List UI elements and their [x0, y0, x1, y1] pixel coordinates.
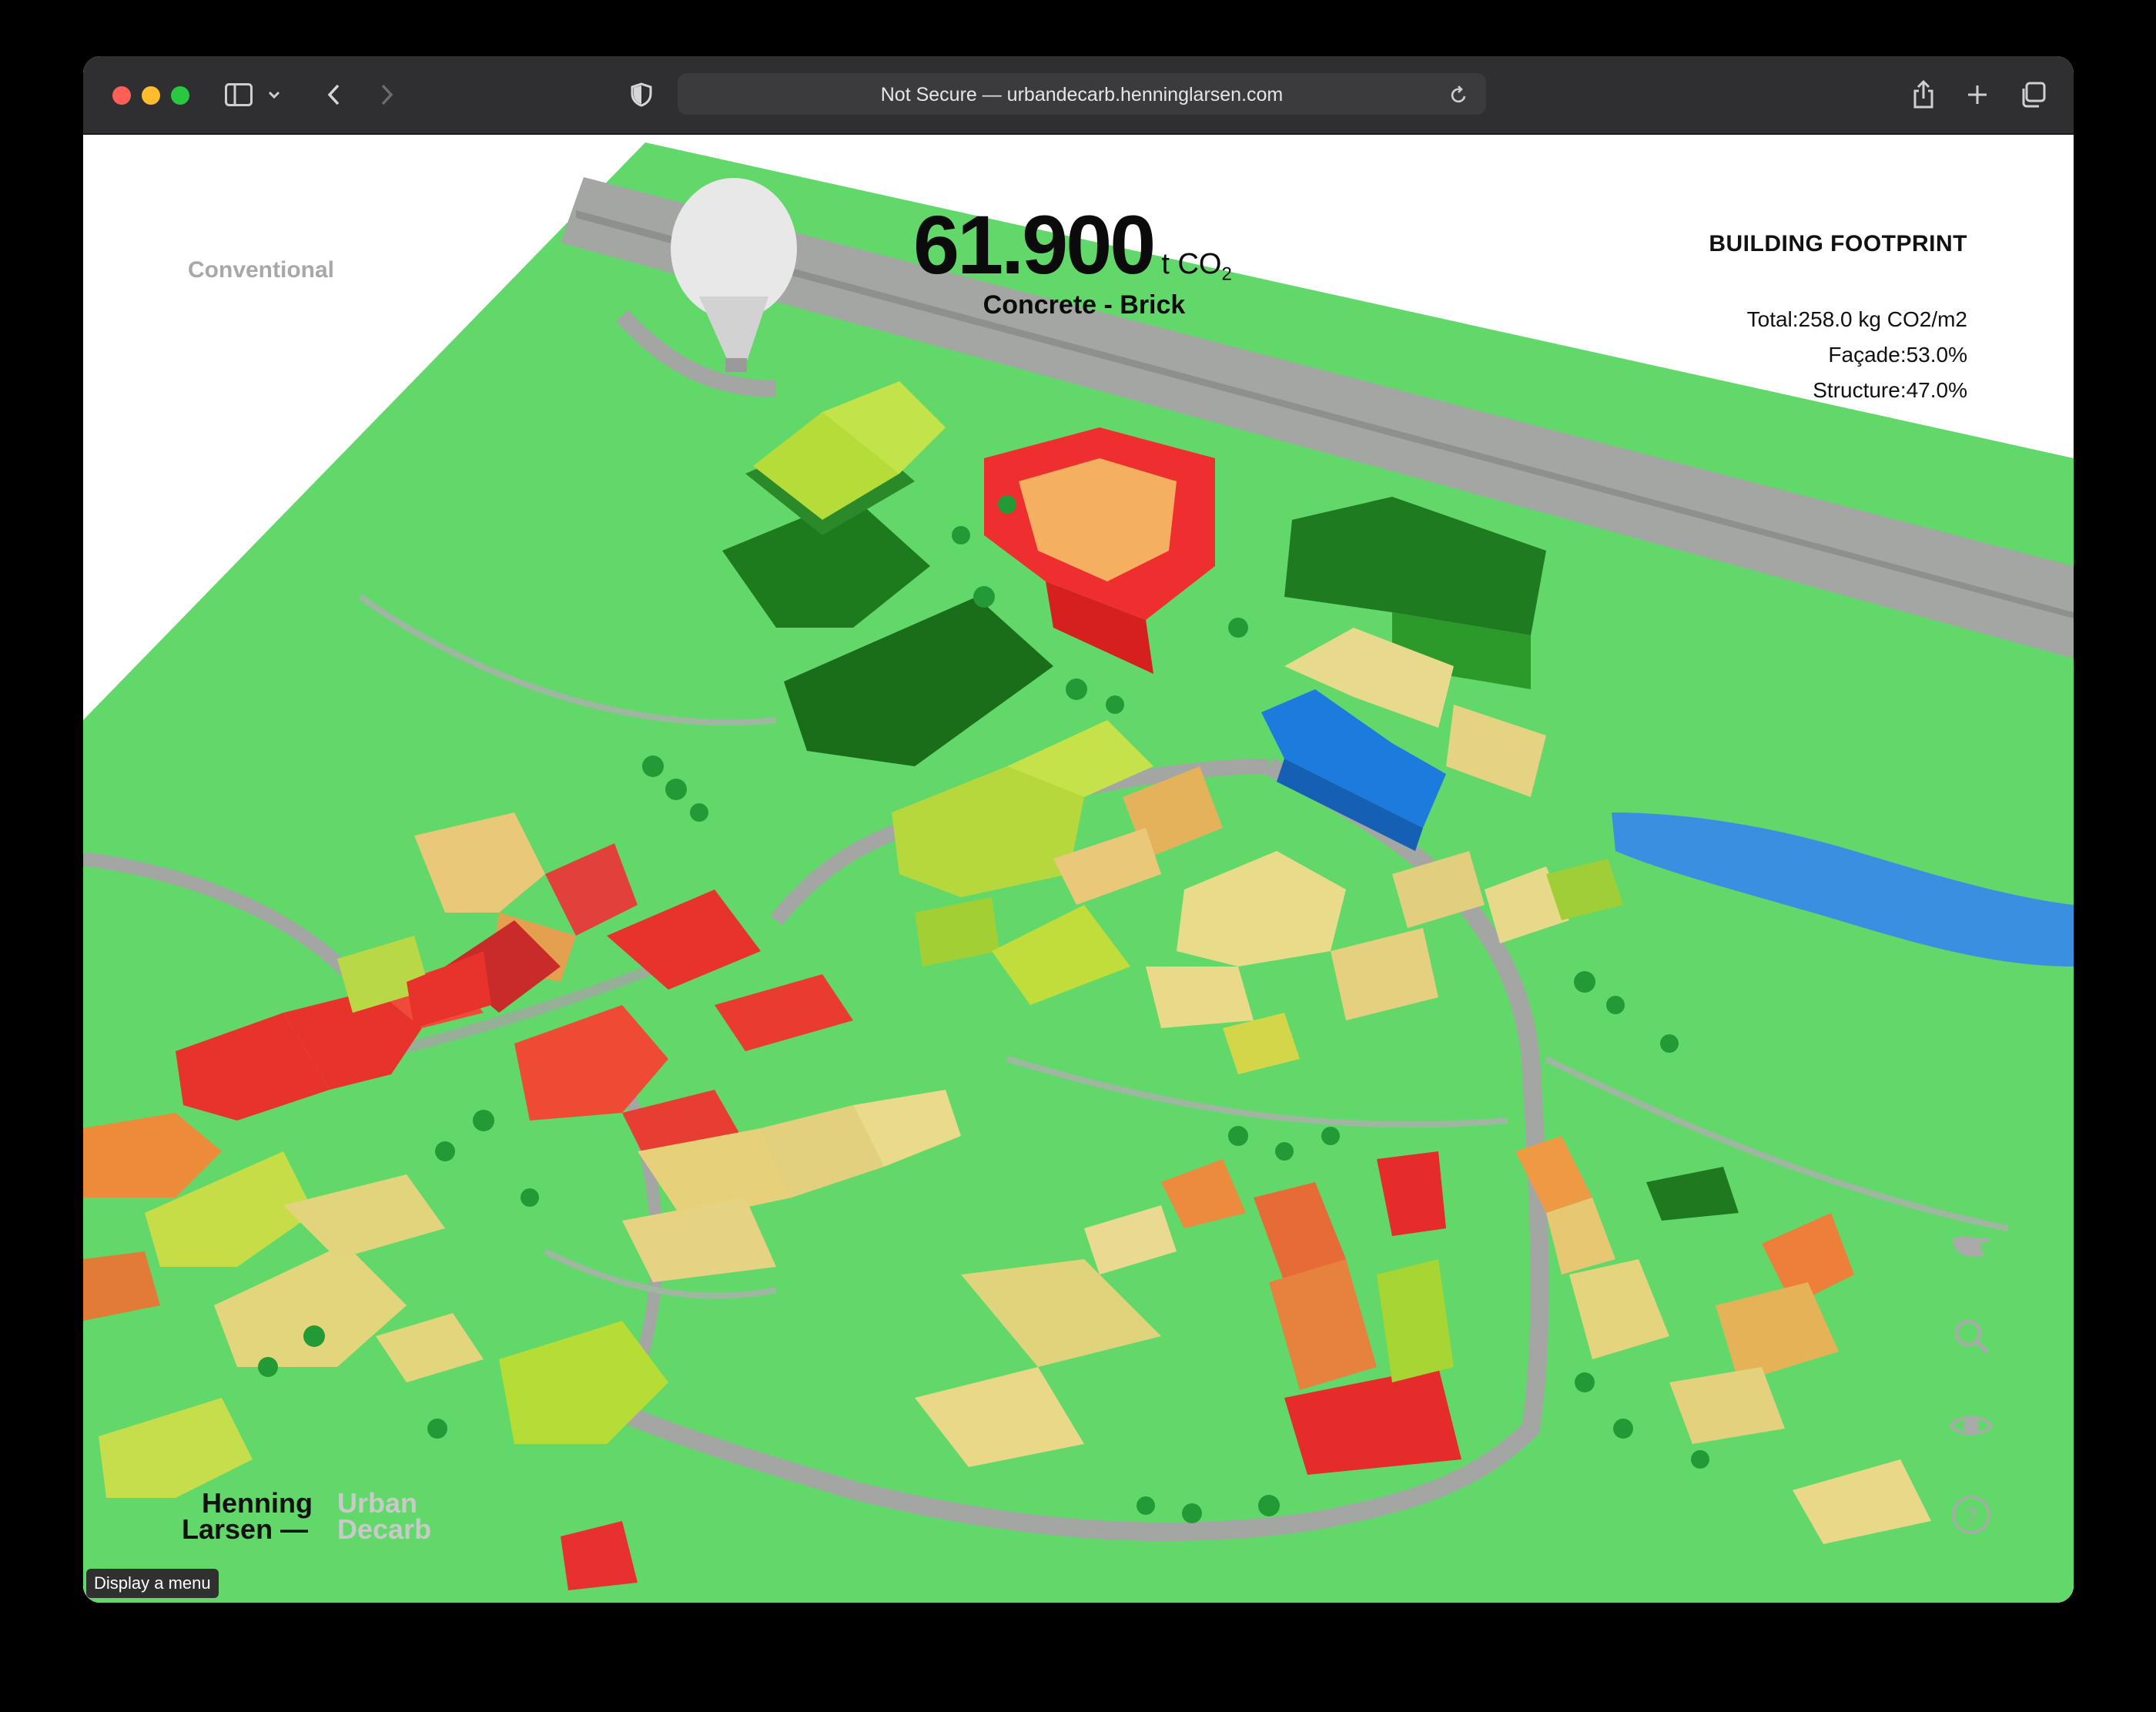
map-tools: ? — [1947, 1222, 2008, 1580]
zoom-window-button[interactable] — [171, 86, 189, 105]
web-viewport: Conventional 61.900 t CO2 Concrete - Bric… — [83, 135, 2074, 1603]
help-icon[interactable]: ? — [1947, 1490, 1996, 1539]
address-bar[interactable]: Not Secure — urbandecarb.henninglarsen.c… — [678, 73, 1486, 115]
chevron-down-icon[interactable] — [265, 79, 283, 110]
search-icon[interactable] — [1947, 1312, 1996, 1361]
scenario-label[interactable]: Conventional — [188, 257, 334, 283]
stat-facade: Façade:53.0% — [1828, 343, 1967, 367]
browser-toolbar: Not Secure — urbandecarb.henninglarsen.c… — [83, 56, 2074, 135]
co2-value: 61.900 — [913, 198, 1156, 291]
display-menu-button[interactable]: Display a menu — [86, 1569, 219, 1598]
material-label: Concrete - Brick — [983, 290, 1186, 320]
co2-summary: 61.900 t CO2 Concrete - Brick — [913, 196, 1344, 320]
panel-title: BUILDING FOOTPRINT — [1709, 231, 1967, 256]
browser-window: Not Secure — urbandecarb.henninglarsen.c… — [83, 56, 2074, 1603]
shield-icon[interactable] — [628, 79, 654, 110]
share-icon[interactable] — [1910, 79, 1937, 110]
close-window-button[interactable] — [112, 86, 131, 105]
stat-total: Total:258.0 kg CO2/m2 — [1746, 307, 1967, 331]
stat-structure: Structure:47.0% — [1813, 378, 1967, 402]
reload-icon[interactable] — [1448, 79, 1471, 110]
building-footprint-panel: BUILDING FOOTPRINT Total:258.0 kg CO2/m2… — [1709, 231, 1967, 408]
hand-icon[interactable] — [1947, 1222, 1996, 1271]
eye-icon[interactable] — [1947, 1401, 1996, 1450]
henning-larsen-logo[interactable]: Henning Larsen — Urban Decarb — [182, 1489, 431, 1543]
svg-text:?: ? — [1965, 1503, 1977, 1527]
url-text: Not Secure — urbandecarb.henninglarsen.c… — [880, 84, 1284, 106]
back-icon[interactable] — [322, 79, 345, 110]
minimize-window-button[interactable] — [142, 86, 160, 105]
sidebar-icon[interactable] — [223, 79, 254, 110]
co2-unit: t CO2 — [1161, 248, 1232, 285]
tabs-icon[interactable] — [2017, 79, 2048, 110]
forward-icon[interactable] — [376, 79, 399, 110]
plus-icon[interactable] — [1964, 79, 1991, 110]
